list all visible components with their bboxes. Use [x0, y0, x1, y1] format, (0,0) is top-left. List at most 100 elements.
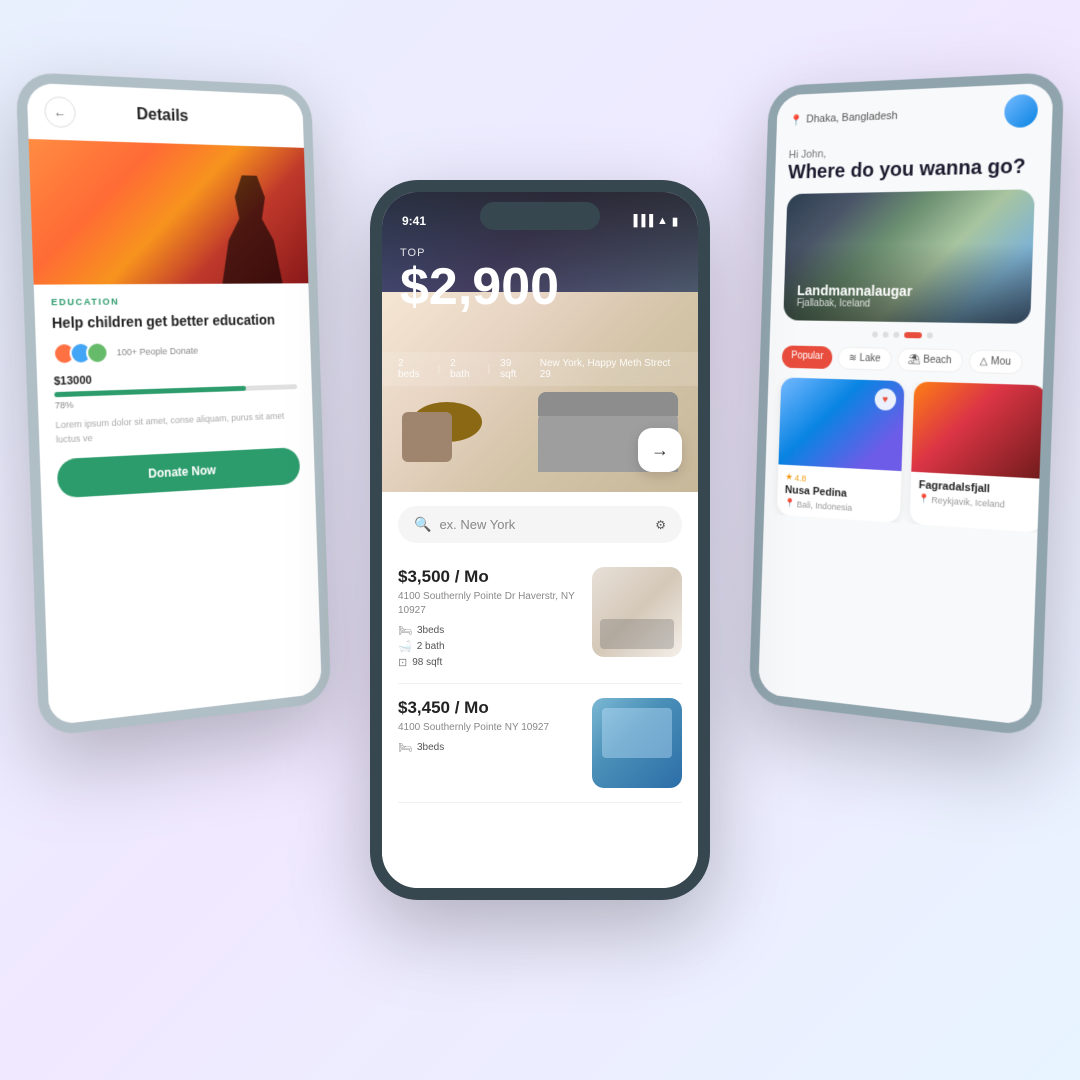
mountain-icon: △	[980, 356, 988, 367]
hero-text: TOP $2,900	[400, 247, 559, 313]
listing-sqft-1: ⊡ 98 sqft	[398, 656, 580, 669]
campaign-title: Help children get better education	[52, 311, 296, 333]
donate-button[interactable]: Donate Now	[57, 447, 301, 498]
filter-tab-mountain[interactable]: △ Mou	[968, 349, 1022, 374]
place-info-2: Fagradalsfjall 📍 Reykjavik, Iceland	[910, 472, 1043, 520]
star-icon: ★	[785, 472, 793, 483]
category-label: EDUCATION	[51, 295, 294, 307]
listing-beds-1: 🛏 3beds	[398, 624, 580, 637]
hero-address: New York, Happy Meth Strect 29	[540, 358, 682, 380]
bed-icon-1: 🛏	[398, 624, 412, 637]
top-label: TOP	[400, 247, 559, 259]
destination-label: Landmannalaugar Fjallabak, Iceland	[797, 282, 913, 310]
listing-thumbnail-1	[592, 567, 682, 657]
lake-icon: ≋	[849, 353, 857, 364]
listing-card-2[interactable]: $3,450 / Mo 4100 Southernly Pointe NY 10…	[398, 684, 682, 803]
hero-price: $2,900	[400, 261, 559, 313]
place-card-1[interactable]: ♥ ★ 4.8 Nusa Pedina 📍 Bali, Indonesia	[777, 377, 905, 523]
donors-row: 100+ People Donate	[53, 338, 297, 366]
place-card-2[interactable]: Fagradalsfjall 📍 Reykjavik, Iceland	[910, 381, 1043, 532]
listing-price-2: $3,450 / Mo	[398, 698, 580, 718]
left-header: ← Details	[27, 83, 304, 148]
dot-3	[893, 332, 899, 338]
filter-tab-lake[interactable]: ≋ Lake	[838, 347, 892, 371]
loc-pin-1: 📍	[784, 498, 795, 509]
listing-card-1[interactable]: $3,500 / Mo 4100 Southernly Pointe Dr Ha…	[398, 553, 682, 684]
dot-4-active	[904, 332, 922, 338]
details-title: Details	[136, 106, 188, 126]
filter-icon[interactable]: ⚙	[655, 518, 666, 532]
place-image-2	[911, 381, 1042, 478]
center-phone-content: TOP $2,900 2 beds | 2 bath | 39 sqft New…	[382, 192, 698, 888]
right-phone-content: 📍 Dhaka, Bangladesh Hi John, Where do yo…	[758, 83, 1053, 726]
listing-features-2: 🛏 3beds	[398, 741, 580, 754]
bath-icon-1: 🛁	[398, 640, 412, 653]
hero-bath: 2 bath	[450, 358, 477, 380]
hero-beds: 2 beds	[398, 358, 428, 380]
phone-left: ← Details EDUCATION Help children get be…	[16, 72, 332, 738]
left-phone-content: ← Details EDUCATION Help children get be…	[27, 83, 322, 726]
listing-address-1: 4100 Southernly Pointe Dr Haverstr, NY 1…	[398, 590, 580, 618]
room-chair	[402, 412, 452, 462]
back-button[interactable]: ←	[44, 96, 76, 128]
location-row: 📍 Dhaka, Bangladesh	[790, 109, 898, 126]
status-icons: ▐▐▐ ▲ ▮	[630, 215, 678, 228]
search-icon: 🔍	[414, 516, 431, 533]
destination-name: Landmannalaugar	[797, 282, 913, 299]
loc-pin-2: 📍	[918, 493, 929, 505]
heart-icon-1[interactable]: ♥	[874, 388, 896, 411]
location-text: Dhaka, Bangladesh	[806, 110, 898, 126]
dot-5	[927, 332, 933, 338]
dot-2	[883, 332, 889, 338]
destination-image: Landmannalaugar Fjallabak, Iceland	[783, 189, 1035, 324]
place-image-1: ♥	[778, 377, 904, 471]
carousel-dots	[770, 330, 1045, 341]
search-section: 🔍 ex. New York ⚙	[382, 492, 698, 553]
wifi-icon: ▲	[657, 215, 668, 227]
listing-info-1: $3,500 / Mo 4100 Southernly Pointe Dr Ha…	[398, 567, 580, 669]
hero-arrow-button[interactable]: →	[638, 428, 682, 472]
beach-icon: ⛱	[908, 354, 921, 365]
sep2: |	[488, 364, 491, 375]
description-text: Lorem ipsum dolor sit amet, conse aliqua…	[55, 410, 298, 447]
listing-beds-2: 🛏 3beds	[398, 741, 580, 754]
dot-1	[872, 331, 878, 337]
filter-tabs: Popular ≋ Lake ⛱ Beach △ Mou	[769, 345, 1044, 375]
filter-tab-popular[interactable]: Popular	[782, 345, 833, 369]
listing-bath-1: 🛁 2 bath	[398, 640, 580, 653]
phone-center: 9:41 ▐▐▐ ▲ ▮ TOP $2,900 2 beds | 2 b	[370, 180, 710, 900]
sqft-icon-1: ⊡	[398, 656, 407, 669]
left-hero-image	[29, 139, 309, 285]
notch	[480, 202, 600, 230]
right-header: 📍 Dhaka, Bangladesh	[776, 83, 1053, 146]
signal-icon: ▐▐▐	[630, 215, 653, 227]
search-bar[interactable]: 🔍 ex. New York ⚙	[398, 506, 682, 543]
left-body: EDUCATION Help children get better educa…	[34, 283, 316, 512]
status-time: 9:41	[402, 214, 426, 228]
listing-thumbnail-2	[592, 698, 682, 788]
destination-card[interactable]: Landmannalaugar Fjallabak, Iceland	[783, 189, 1035, 324]
hero-details-bar: 2 beds | 2 bath | 39 sqft New York, Happ…	[382, 352, 698, 386]
hero-sqft: 39 sqft	[500, 358, 530, 380]
pin-icon: 📍	[790, 113, 803, 126]
donors-count: 100+ People Donate	[117, 346, 199, 358]
silhouette	[211, 175, 290, 284]
arrow-icon: →	[651, 440, 669, 461]
places-grid: ♥ ★ 4.8 Nusa Pedina 📍 Bali, Indonesia	[764, 377, 1043, 533]
listings-section: $3,500 / Mo 4100 Southernly Pointe Dr Ha…	[382, 553, 698, 888]
battery-icon: ▮	[672, 215, 678, 228]
listing-info-2: $3,450 / Mo 4100 Southernly Pointe NY 10…	[398, 698, 580, 788]
user-avatar[interactable]	[1004, 94, 1038, 128]
listing-price-1: $3,500 / Mo	[398, 567, 580, 587]
back-icon: ←	[54, 105, 67, 120]
right-greeting: Hi John, Where do you wanna go?	[775, 137, 1052, 194]
search-placeholder: ex. New York	[439, 517, 647, 532]
place-info-1: ★ 4.8 Nusa Pedina 📍 Bali, Indonesia	[777, 464, 902, 523]
filter-tab-beach[interactable]: ⛱ Beach	[897, 348, 963, 373]
listing-address-2: 4100 Southernly Pointe NY 10927	[398, 721, 580, 735]
donor-avatars	[53, 342, 103, 366]
listing-features-1: 🛏 3beds 🛁 2 bath ⊡ 98 sqft	[398, 624, 580, 669]
sep1: |	[438, 364, 441, 375]
bed-icon-2: 🛏	[398, 741, 412, 754]
phone-right: 📍 Dhaka, Bangladesh Hi John, Where do yo…	[749, 72, 1065, 738]
